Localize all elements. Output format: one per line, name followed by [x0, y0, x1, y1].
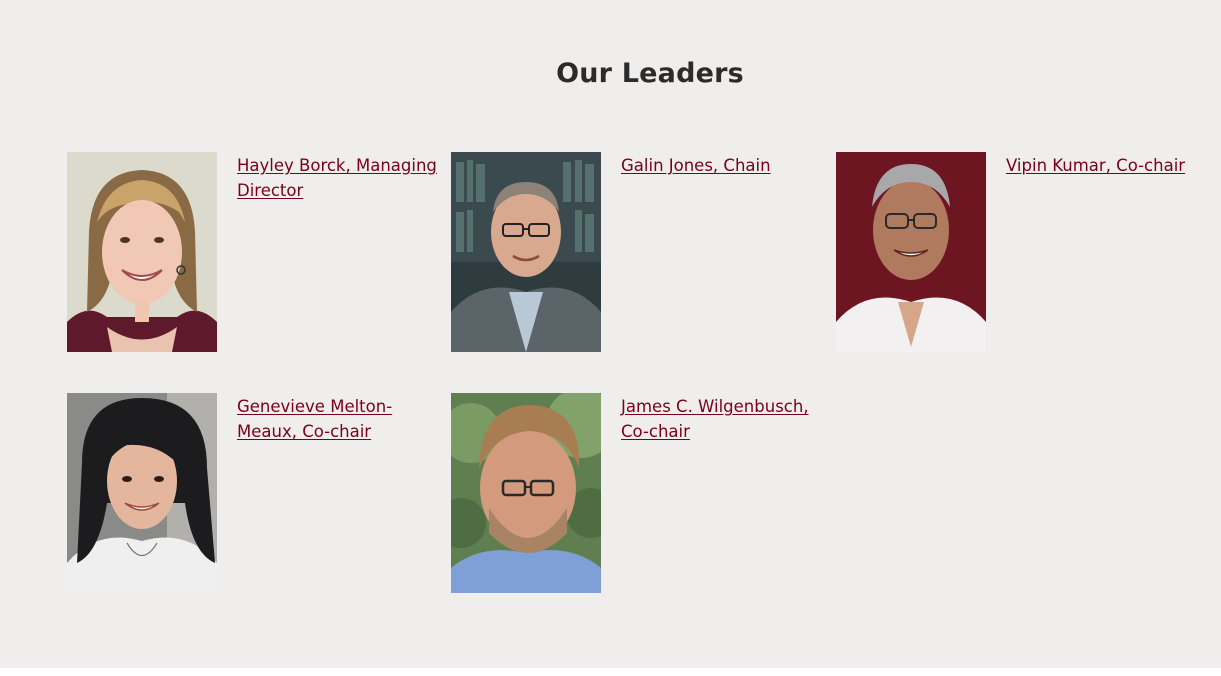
- leader-name-link[interactable]: Hayley Borck, Managing Director: [237, 153, 437, 203]
- leader-card: Vipin Kumar, Co-chair: [836, 152, 1206, 352]
- leader-photo: [67, 152, 217, 352]
- leader-photo: [67, 393, 217, 593]
- leader-card: Genevieve Melton-Meaux, Co-chair: [67, 393, 437, 593]
- leader-name-link[interactable]: Genevieve Melton-Meaux, Co-chair: [237, 394, 437, 444]
- leader-photo: [451, 393, 601, 593]
- leader-photo: [836, 152, 986, 352]
- leader-name-link[interactable]: James C. Wilgenbusch, Co-chair: [621, 394, 821, 444]
- leader-photo: [451, 152, 601, 352]
- leader-name-link[interactable]: Galin Jones, Chain: [621, 153, 821, 178]
- section-heading: Our Leaders: [556, 58, 744, 89]
- leader-card: James C. Wilgenbusch, Co-chair: [451, 393, 821, 593]
- leader-card: Galin Jones, Chain: [451, 152, 821, 352]
- leaders-section: Our Leaders Hayley Borck, Managing Direc…: [0, 0, 1221, 668]
- leader-card: Hayley Borck, Managing Director: [67, 152, 437, 352]
- leader-name-link[interactable]: Vipin Kumar, Co-chair: [1006, 153, 1206, 178]
